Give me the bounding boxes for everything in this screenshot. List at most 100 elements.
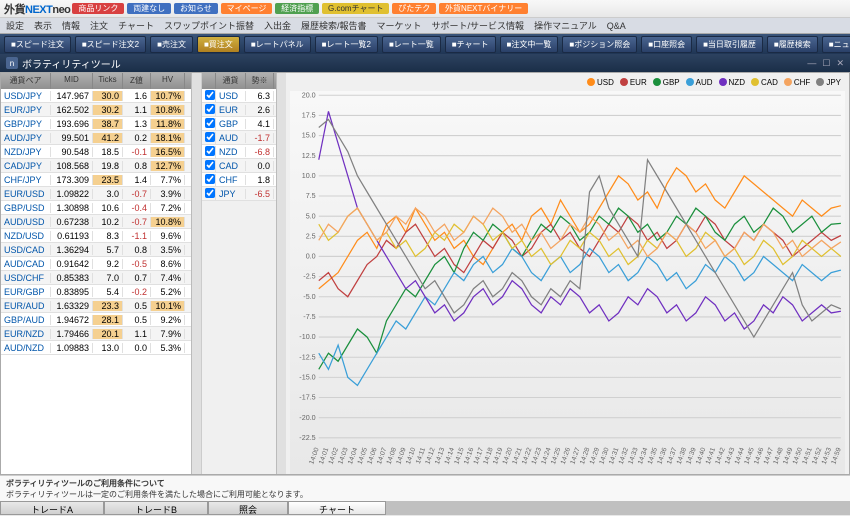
- svg-text:0.0: 0.0: [306, 251, 316, 260]
- header-badge[interactable]: マイページ: [221, 3, 273, 14]
- table-row[interactable]: AUD/CAD0.916429.2-0.58.6%: [1, 257, 191, 271]
- toolbar-button[interactable]: ■スピード注文: [4, 36, 71, 53]
- footer: ボラティリティツールのご利用条件について ボラティリティツールは一定のご利用条件…: [0, 475, 850, 515]
- brand-logo: 外貨NEXTneo: [4, 1, 70, 17]
- toolbar-button[interactable]: ■レートパネル: [244, 36, 311, 53]
- table-row[interactable]: USD6.3: [202, 89, 276, 103]
- chart-panel: USDEURGBPAUDNZDCADCHFJPY -22.5-20.0-17.5…: [286, 73, 849, 474]
- legend-item: JPY: [816, 78, 841, 87]
- chart-area[interactable]: -22.5-20.0-17.5-15.0-12.5-10.0-7.5-5.0-2…: [290, 91, 845, 474]
- menu-item[interactable]: マーケット: [377, 19, 422, 32]
- table-row[interactable]: EUR2.6: [202, 103, 276, 117]
- workspace-tab[interactable]: トレードA: [0, 501, 104, 515]
- table-row[interactable]: USD/CAD1.362945.70.83.5%: [1, 243, 191, 257]
- toolbar-button[interactable]: ■ポジション照会: [562, 36, 637, 53]
- toolbar-button[interactable]: ■売注文: [150, 36, 193, 53]
- svg-text:-10.0: -10.0: [299, 332, 315, 341]
- legend-item: EUR: [620, 78, 647, 87]
- header-badge[interactable]: 商品リンク: [72, 3, 124, 14]
- table-row[interactable]: EUR/GBP0.838955.4-0.25.2%: [1, 285, 191, 299]
- toolbar: ■スピード注文■スピード注文2■売注文■買注文■レートパネル■レート一覧2■レー…: [0, 34, 850, 54]
- toolbar-button[interactable]: ■レート一覧: [382, 36, 441, 53]
- table-row[interactable]: NZD/USD0.611938.3-1.19.6%: [1, 229, 191, 243]
- table-row[interactable]: USD/JPY147.96730.01.610.7%: [1, 89, 191, 103]
- center-table: 通貨勢※ USD6.3EUR2.6GBP4.1AUD-1.7NZD-6.8CAD…: [201, 73, 276, 474]
- header-badge[interactable]: お知らせ: [174, 3, 218, 14]
- currency-checkbox[interactable]: [205, 188, 215, 198]
- table-row[interactable]: JPY-6.5: [202, 187, 276, 201]
- usage-note: ボラティリティツールのご利用条件について ボラティリティツールは一定のご利用条件…: [0, 475, 850, 501]
- currency-checkbox[interactable]: [205, 160, 215, 170]
- currency-checkbox[interactable]: [205, 118, 215, 128]
- workspace-tab[interactable]: トレードB: [104, 501, 208, 515]
- left-table: 通貨ペアMIDTicksZ値HV USD/JPY147.96730.01.610…: [1, 73, 191, 474]
- table-row[interactable]: GBP/USD1.3089810.6-0.47.2%: [1, 201, 191, 215]
- table-row[interactable]: AUD-1.7: [202, 131, 276, 145]
- table-row[interactable]: GBP/JPY193.69638.71.311.8%: [1, 117, 191, 131]
- table-row[interactable]: EUR/AUD1.6332923.30.510.1%: [1, 299, 191, 313]
- scrollbar[interactable]: [276, 73, 286, 474]
- toolbar-button[interactable]: ■チャート: [445, 36, 496, 53]
- menu-item[interactable]: 情報: [62, 19, 80, 32]
- table-row[interactable]: AUD/JPY99.50141.20.218.1%: [1, 131, 191, 145]
- legend-item: AUD: [686, 78, 713, 87]
- table-row[interactable]: AUD/USD0.6723810.2-0.710.8%: [1, 215, 191, 229]
- svg-text:-2.5: -2.5: [303, 272, 315, 281]
- table-row[interactable]: CHF/JPY173.30923.51.47.7%: [1, 173, 191, 187]
- menu-item[interactable]: スワップポイント振替: [164, 19, 254, 32]
- table-row[interactable]: CAD0.0: [202, 159, 276, 173]
- table-row[interactable]: EUR/USD1.098223.0-0.73.9%: [1, 187, 191, 201]
- toolbar-button[interactable]: ■ニュース: [822, 36, 850, 53]
- table-row[interactable]: GBP4.1: [202, 117, 276, 131]
- menu-item[interactable]: チャート: [118, 19, 154, 32]
- menu-item[interactable]: 入出金: [264, 19, 291, 32]
- toolbar-button[interactable]: ■スピード注文2: [75, 36, 146, 53]
- header-badge[interactable]: 両建なし: [127, 3, 171, 14]
- header-badge[interactable]: 外貨NEXTバイナリー: [439, 3, 528, 14]
- menu-item[interactable]: 注文: [90, 19, 108, 32]
- svg-text:12.5: 12.5: [302, 151, 316, 160]
- currency-checkbox[interactable]: [205, 174, 215, 184]
- table-row[interactable]: USD/CHF0.853837.00.77.4%: [1, 271, 191, 285]
- svg-text:2.5: 2.5: [306, 231, 316, 240]
- table-row[interactable]: EUR/NZD1.7946620.11.17.9%: [1, 327, 191, 341]
- scrollbar[interactable]: [191, 73, 201, 474]
- table-row[interactable]: CHF1.8: [202, 173, 276, 187]
- toolbar-button[interactable]: ■口座照会: [641, 36, 692, 53]
- header-badge[interactable]: G.comチャート: [322, 3, 389, 14]
- workspace-tab[interactable]: 照会: [208, 501, 288, 515]
- table-row[interactable]: NZD-6.8: [202, 145, 276, 159]
- currency-checkbox[interactable]: [205, 132, 215, 142]
- table-row[interactable]: GBP/AUD1.9467228.10.59.2%: [1, 313, 191, 327]
- close-icon[interactable]: ✕: [836, 58, 844, 69]
- toolbar-button[interactable]: ■買注文: [197, 36, 240, 53]
- svg-text:17.5: 17.5: [302, 110, 316, 119]
- menu-item[interactable]: Q&A: [607, 21, 626, 31]
- menu-item[interactable]: サポート/サービス情報: [432, 19, 525, 32]
- panel-title: ボラティリティツール: [22, 56, 121, 71]
- legend-item: CHF: [784, 78, 810, 87]
- currency-checkbox[interactable]: [205, 104, 215, 114]
- table-row[interactable]: CAD/JPY108.56819.80.812.7%: [1, 159, 191, 173]
- svg-text:-12.5: -12.5: [299, 352, 315, 361]
- menu-item[interactable]: 表示: [34, 19, 52, 32]
- toolbar-button[interactable]: ■レート一覧2: [315, 36, 378, 53]
- menu-item[interactable]: 操作マニュアル: [534, 19, 597, 32]
- header-badge[interactable]: ぴたテク: [392, 3, 436, 14]
- min-icon[interactable]: —: [807, 58, 816, 69]
- table-row[interactable]: NZD/JPY90.54818.5-0.116.5%: [1, 145, 191, 159]
- menu-item[interactable]: 履歴検索/報告書: [301, 19, 367, 32]
- toolbar-button[interactable]: ■当日取引履歴: [696, 36, 763, 53]
- max-icon[interactable]: ☐: [822, 58, 830, 69]
- header-badge[interactable]: 経済指標: [275, 3, 319, 14]
- svg-text:-17.5: -17.5: [299, 393, 315, 402]
- menu-item[interactable]: 設定: [6, 19, 24, 32]
- table-row[interactable]: AUD/NZD1.0988313.00.05.3%: [1, 341, 191, 355]
- currency-checkbox[interactable]: [205, 146, 215, 156]
- toolbar-button[interactable]: ■履歴検索: [767, 36, 818, 53]
- workspace-tab[interactable]: チャート: [288, 501, 386, 515]
- currency-checkbox[interactable]: [205, 90, 215, 100]
- table-row[interactable]: EUR/JPY162.50230.21.110.8%: [1, 103, 191, 117]
- svg-text:-22.5: -22.5: [299, 433, 315, 442]
- toolbar-button[interactable]: ■注文中一覧: [500, 36, 559, 53]
